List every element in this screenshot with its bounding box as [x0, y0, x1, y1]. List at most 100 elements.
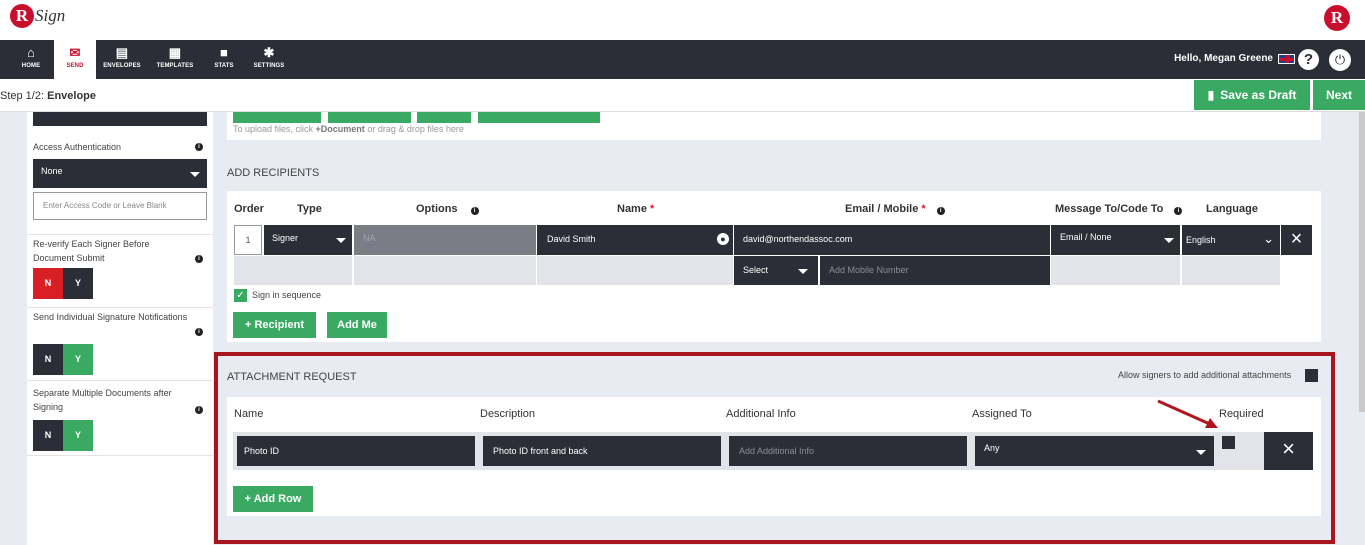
power-icon[interactable]: ⏻ — [1329, 49, 1351, 71]
document-button[interactable] — [233, 112, 321, 123]
info-icon[interactable]: i — [195, 143, 203, 151]
nav-stats[interactable]: ■ STATS — [206, 40, 242, 79]
recipient-email-input[interactable]: david@northendassoc.com — [734, 225, 1050, 255]
individual-notifications-section: Send Individual Signature Notifications … — [27, 308, 213, 381]
nav-home-label: HOME — [21, 63, 41, 69]
save-draft-button[interactable]: ▮ Save as Draft — [1194, 80, 1310, 110]
options-value: NA — [363, 233, 376, 243]
yes-option[interactable]: Y — [63, 420, 93, 451]
remove-recipient-button[interactable]: × — [1281, 225, 1312, 255]
info-icon[interactable]: i — [195, 406, 203, 414]
contact-icon[interactable]: ● — [717, 233, 729, 245]
no-option[interactable]: N — [33, 344, 63, 375]
briefcase-icon: ■ — [220, 45, 228, 60]
rule-button[interactable] — [417, 112, 471, 123]
nav-send[interactable]: ✉ SEND — [54, 40, 96, 79]
chevron-down-icon: ⌄ — [1263, 231, 1274, 246]
language-select[interactable]: English ⌄ — [1182, 225, 1280, 255]
pointer-arrow-icon — [1157, 399, 1218, 428]
scrollbar[interactable] — [1359, 112, 1365, 412]
templates-icon: ▦ — [168, 45, 182, 60]
order-input[interactable]: 1 — [234, 225, 262, 255]
recipient-type-value: Signer — [272, 233, 299, 243]
recipient-name-input[interactable]: David Smith ● — [537, 225, 733, 255]
chevron-down-icon — [336, 238, 346, 243]
logo-text: Sign — [35, 6, 66, 25]
info-icon[interactable]: i — [195, 328, 203, 336]
recipient-type-select[interactable]: Signer — [264, 225, 352, 255]
gear-icon: ✱ — [263, 45, 275, 60]
info-icon[interactable]: i — [470, 207, 479, 215]
nav-templates[interactable]: ▦ TEMPLATES — [152, 40, 198, 79]
required-mark: * — [921, 203, 926, 215]
required-mark: * — [650, 203, 655, 215]
access-auth-value: None — [41, 166, 63, 176]
document-icon: ▮ — [1207, 88, 1215, 102]
col-email: Email / Mobile * i — [845, 203, 945, 215]
recipients-section: Order Type Options i Name * Email / Mobi… — [227, 191, 1321, 342]
step-indicator: Step 1/2: Envelope — [0, 90, 96, 102]
next-button[interactable]: Next — [1313, 80, 1365, 110]
col-email-label: Email / Mobile — [845, 203, 919, 215]
nav-home[interactable]: ⌂ HOME — [10, 40, 52, 79]
reverify-label: Re-verify Each Signer Before Document Su… — [33, 239, 150, 263]
access-code-input[interactable]: Enter Access Code or Leave Blank — [33, 192, 207, 220]
sign-in-sequence-label: Sign in sequence — [252, 290, 322, 300]
sign-in-sequence-checkbox[interactable]: ✓ — [234, 289, 247, 302]
col-language: Language — [1206, 203, 1258, 215]
country-code-select[interactable]: Select — [734, 256, 818, 285]
upload-hint-prefix: To upload files, click — [233, 124, 316, 134]
mobile-number-input[interactable]: Add Mobile Number — [820, 256, 1050, 285]
access-auth-select[interactable]: None — [33, 159, 207, 188]
message-spacer — [1051, 256, 1180, 285]
individual-notifications-toggle[interactable]: N Y — [33, 344, 93, 375]
step-bar: Step 1/2: Envelope ▮ Save as Draft Next — [0, 79, 1365, 112]
col-name-label: Name — [617, 203, 647, 215]
settings-select-partial[interactable] — [33, 112, 207, 126]
rsign-logo[interactable]: R Sign — [10, 4, 65, 28]
upload-hint-bold: +Document — [315, 124, 365, 134]
row-spacer — [234, 256, 352, 285]
info-icon[interactable]: i — [195, 255, 203, 263]
yes-option[interactable]: Y — [63, 268, 93, 299]
upload-button[interactable] — [478, 112, 600, 123]
no-option[interactable]: N — [33, 420, 63, 451]
separate-documents-label: Separate Multiple Documents after Signin… — [33, 388, 172, 412]
add-me-button[interactable]: Add Me — [327, 312, 387, 338]
chevron-down-icon — [190, 172, 200, 177]
yes-option[interactable]: Y — [63, 344, 93, 375]
separate-documents-toggle[interactable]: N Y — [33, 420, 93, 451]
nav-templates-label: TEMPLATES — [156, 63, 194, 69]
country-code-value: Select — [743, 265, 769, 275]
nav-send-label: SEND — [66, 63, 84, 69]
logo-bar: R Sign R — [0, 0, 1365, 40]
user-greeting[interactable]: Hello, Megan Greene — [1174, 53, 1273, 64]
step-prefix: Step 1/2: — [0, 90, 45, 102]
nav-envelopes[interactable]: ▤ ENVELOPES — [98, 40, 146, 79]
access-auth-section: Access Authentication i None Enter Acces… — [27, 135, 213, 235]
help-icon[interactable]: ? — [1298, 49, 1319, 70]
add-recipient-button[interactable]: + Recipient — [233, 312, 316, 338]
info-icon[interactable]: i — [936, 207, 945, 215]
recipient-name-value: David Smith — [547, 234, 596, 244]
reverify-toggle[interactable]: N Y — [33, 268, 93, 299]
message-to-select[interactable]: Email / None — [1051, 225, 1180, 255]
col-options: Options i — [416, 203, 479, 215]
main-nav: ⌂ HOME ✉ SEND ▤ ENVELOPES ▦ TEMPLATES ■ … — [0, 40, 1365, 79]
options-field: NA — [354, 225, 536, 255]
template-button[interactable] — [328, 112, 411, 123]
uk-flag-icon[interactable] — [1278, 54, 1295, 64]
no-option[interactable]: N — [33, 268, 63, 299]
reverify-section: Re-verify Each Signer Before Document Su… — [27, 235, 213, 308]
individual-notifications-label: Send Individual Signature Notifications — [33, 312, 188, 322]
logo-initial: R — [10, 4, 34, 28]
message-to-value: Email / None — [1060, 232, 1112, 242]
highlight-box — [214, 352, 1335, 544]
nav-envelopes-label: ENVELOPES — [103, 63, 141, 69]
info-icon[interactable]: i — [1174, 207, 1183, 215]
upload-hint: To upload files, click +Document or drag… — [233, 124, 464, 134]
recipient-email-value: david@northendassoc.com — [743, 234, 853, 244]
options-spacer — [354, 256, 536, 285]
step-name: Envelope — [47, 90, 97, 102]
nav-settings[interactable]: ✱ SETTINGS — [248, 40, 290, 79]
